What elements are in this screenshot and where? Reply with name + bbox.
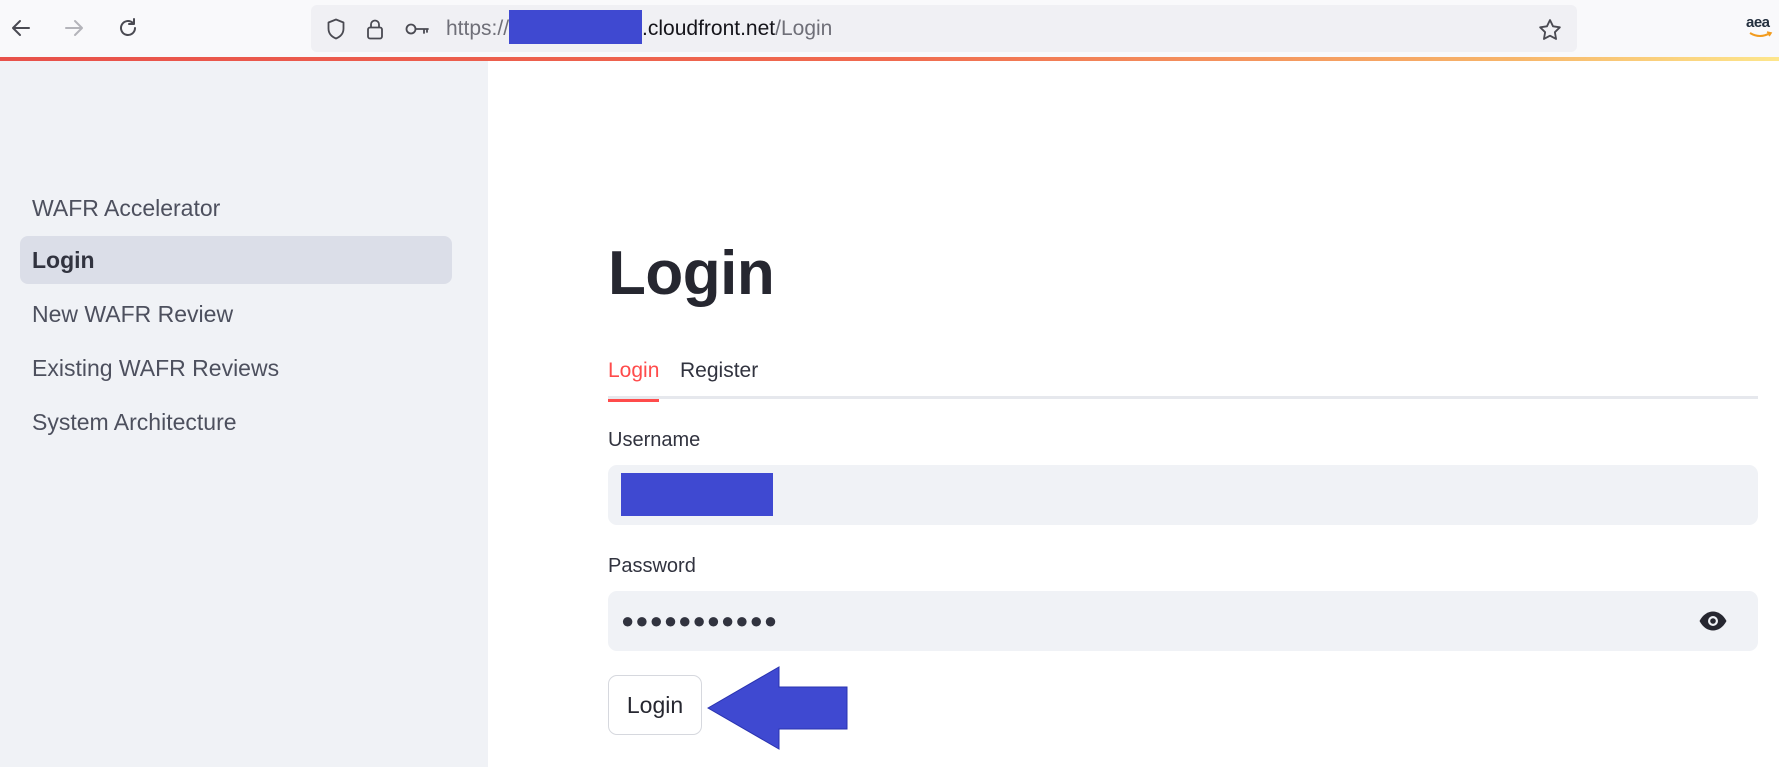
forward-arrow-icon	[65, 20, 83, 36]
back-arrow-icon	[12, 20, 30, 36]
lock-icon[interactable]	[363, 17, 387, 41]
url-domain: .cloudfront.net	[642, 17, 776, 40]
tab-register[interactable]: Register	[680, 347, 758, 399]
sidebar-item-existing-wafr-reviews[interactable]: Existing WAFR Reviews	[20, 344, 452, 392]
redacted-url-host	[509, 10, 643, 45]
auth-tabs: Login Register	[608, 347, 1758, 402]
redacted-username	[621, 473, 773, 516]
show-password-eye-icon[interactable]	[1698, 608, 1728, 634]
tab-login[interactable]: Login	[608, 347, 660, 402]
extension-label: aea	[1746, 14, 1770, 31]
forward-button[interactable]	[56, 10, 92, 46]
login-button[interactable]: Login	[608, 675, 702, 735]
address-bar[interactable]: https:// .cloudfront.net/Login	[311, 5, 1577, 52]
bookmark-star-icon[interactable]	[1537, 17, 1563, 43]
back-button[interactable]	[3, 10, 39, 46]
sidebar-item-new-wafr-review[interactable]: New WAFR Review	[20, 290, 452, 338]
reload-button[interactable]	[110, 10, 146, 46]
amazon-extension-icon[interactable]: aea	[1746, 14, 1776, 40]
username-label: Username	[608, 429, 701, 451]
username-input[interactable]	[608, 465, 1758, 525]
password-label: Password	[608, 555, 696, 577]
browser-toolbar: https:// .cloudfront.net/Login aea	[0, 0, 1779, 57]
main-content: Login Login Register Username Password ●…	[488, 61, 1779, 767]
password-input[interactable]: ●●●●●●●●●●●	[608, 591, 1758, 651]
smile-arrow-icon	[1749, 31, 1773, 37]
sidebar-item-system-architecture[interactable]: System Architecture	[20, 398, 452, 446]
password-value: ●●●●●●●●●●●	[621, 608, 779, 633]
url-text[interactable]: https:// .cloudfront.net/Login	[446, 5, 832, 52]
reload-icon	[120, 18, 136, 36]
url-protocol: https://	[446, 17, 510, 40]
sidebar: WAFR Accelerator Login New WAFR Review E…	[0, 61, 488, 767]
page-title: Login	[608, 239, 775, 308]
url-path: /Login	[775, 17, 833, 40]
key-icon[interactable]	[404, 17, 430, 41]
sidebar-item-login[interactable]: Login	[20, 236, 452, 284]
shield-icon[interactable]	[324, 17, 348, 41]
annotation-arrow-icon	[707, 666, 848, 750]
sidebar-item-wafr-accelerator[interactable]: WAFR Accelerator	[20, 184, 452, 232]
